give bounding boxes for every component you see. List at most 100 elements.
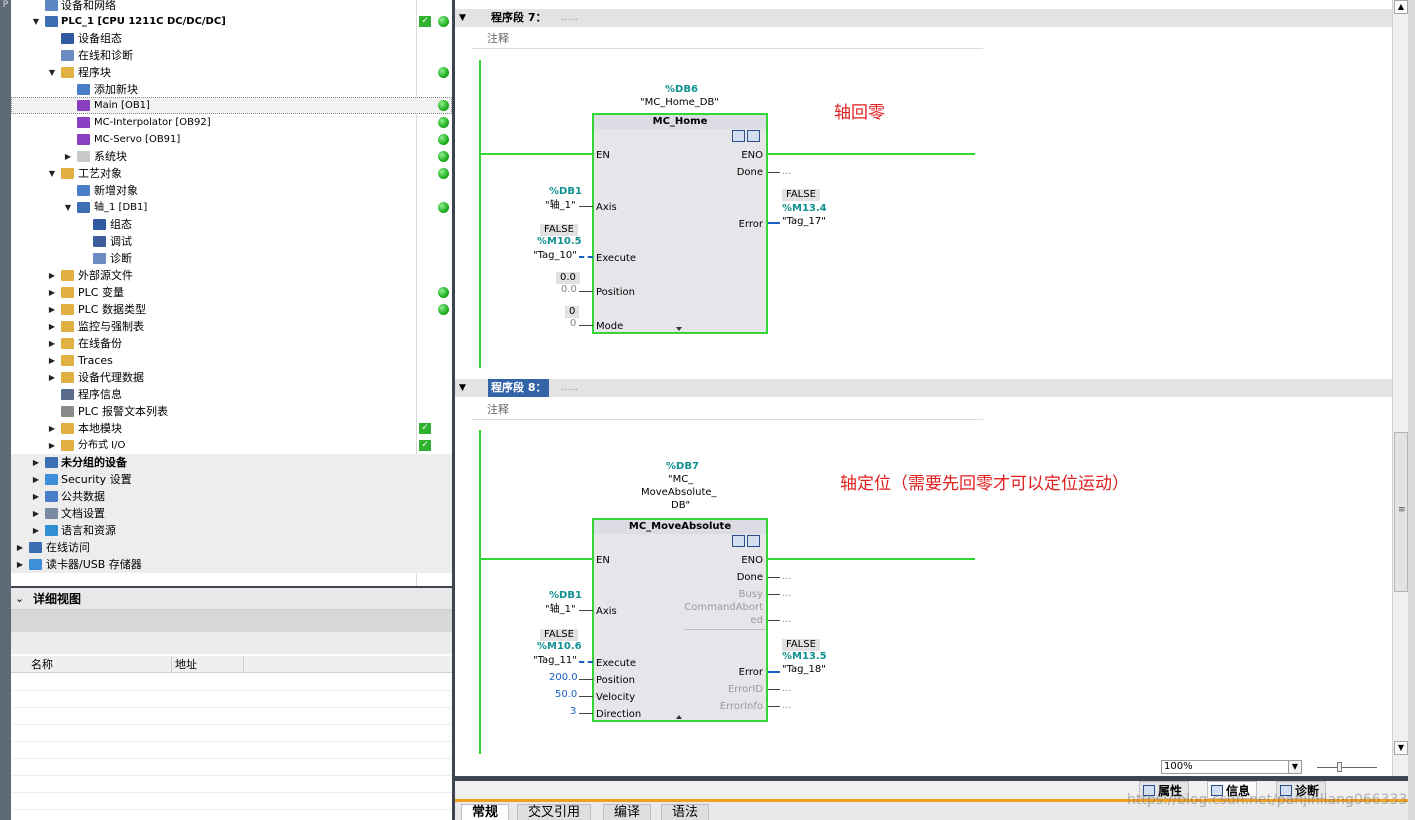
scroll-up-icon[interactable]: ▲ <box>1394 0 1408 14</box>
collapse-arrow-icon[interactable]: ▶ <box>31 488 41 505</box>
collapse-arrow-icon[interactable]: ▶ <box>31 522 41 539</box>
tree-item-mc-interpolator[interactable]: MC-Interpolator [OB92] <box>11 114 452 131</box>
fb-mc-moveabsolute[interactable]: MC_MoveAbsolute EN Axis Execute Position… <box>592 518 768 722</box>
tree-item-online-diag[interactable]: 在线和诊断 <box>11 47 452 64</box>
instance-db-name-2[interactable]: MoveAbsolute_ <box>641 487 717 499</box>
collapse-arrow-icon[interactable]: ▶ <box>15 539 25 556</box>
fb-config-icon[interactable] <box>732 535 745 547</box>
tree-item-watch-tables[interactable]: ▶ 监控与强制表 <box>11 318 452 335</box>
zoom-level-field[interactable]: 100% <box>1161 760 1289 774</box>
done-output[interactable]: ... <box>782 166 792 178</box>
tree-item-security[interactable]: ▶ Security 设置 <box>11 471 452 488</box>
fb-collapse-icon[interactable] <box>676 715 682 719</box>
zoom-slider-track[interactable] <box>1317 767 1377 768</box>
collapse-arrow-icon[interactable]: ▶ <box>47 335 57 352</box>
axis-operand[interactable]: "轴_1" <box>545 200 576 212</box>
subtab-syntax[interactable]: 语法 <box>661 804 710 820</box>
collapse-arrow-icon[interactable]: ▶ <box>63 148 73 165</box>
fb-diag-icon[interactable] <box>747 535 760 547</box>
expand-arrow-icon[interactable]: ▼ <box>31 13 41 30</box>
tree-item-plc-datatypes[interactable]: ▶ PLC 数据类型 <box>11 301 452 318</box>
network-7-title-placeholder[interactable]: ...... <box>561 9 578 27</box>
zoom-dropdown-icon[interactable]: ▼ <box>1288 760 1302 774</box>
tree-item-online-access[interactable]: ▶ 在线访问 <box>11 539 452 556</box>
instance-db-name-3[interactable]: DB" <box>671 500 690 512</box>
editor-scrollbar[interactable]: ▲ ≡ ▼ <box>1392 0 1408 776</box>
collapse-arrow-icon[interactable]: ▶ <box>47 420 57 437</box>
errorid-output[interactable]: ... <box>782 683 792 695</box>
collapse-triangle-icon[interactable]: ▼ <box>459 379 466 397</box>
tree-item-alarm-texts[interactable]: PLC 报警文本列表 <box>11 403 452 420</box>
collapse-arrow-icon[interactable]: ▶ <box>15 556 25 573</box>
network-8-title[interactable]: 程序段 8： <box>488 379 550 397</box>
tree-item-device-proxy[interactable]: ▶ 设备代理数据 <box>11 369 452 386</box>
commandaborted-output[interactable]: ... <box>782 614 792 626</box>
tree-item-system-blocks[interactable]: ▶ 系统块 <box>11 148 452 165</box>
scroll-down-icon[interactable]: ▼ <box>1394 741 1408 755</box>
scrollbar-thumb[interactable]: ≡ <box>1394 432 1408 592</box>
network-7-comment[interactable]: 注释 <box>472 29 983 49</box>
collapse-arrow-icon[interactable]: ▶ <box>31 471 41 488</box>
tree-item-axis-config[interactable]: 组态 <box>11 216 452 233</box>
expand-arrow-icon[interactable]: ▼ <box>47 165 57 182</box>
tree-item-mc-servo[interactable]: MC-Servo [OB91] <box>11 131 452 148</box>
axis-operand[interactable]: "轴_1" <box>545 604 576 616</box>
tree-item-program-info[interactable]: 程序信息 <box>11 386 452 403</box>
direction-operand[interactable]: 3 <box>570 706 576 718</box>
collapse-arrow-icon[interactable]: ▶ <box>31 454 41 471</box>
tree-item-ungrouped-devices[interactable]: ▶ 未分组的设备 <box>11 454 452 471</box>
tree-item-traces[interactable]: ▶ Traces <box>11 352 452 369</box>
execute-operand[interactable]: "Tag_10" <box>533 250 577 262</box>
tree-item-online-backups[interactable]: ▶ 在线备份 <box>11 335 452 352</box>
mode-operand[interactable]: 0 <box>570 318 576 330</box>
collapse-arrow-icon[interactable]: ▶ <box>47 301 57 318</box>
collapse-arrow-icon[interactable]: ▶ <box>47 437 57 454</box>
expand-arrow-icon[interactable]: ▼ <box>47 64 57 81</box>
expand-arrow-icon[interactable]: ▼ <box>63 199 73 216</box>
fb-diag-icon[interactable] <box>747 130 760 142</box>
subtab-cross-references[interactable]: 交叉引用 <box>517 804 592 820</box>
instance-db-name-1[interactable]: "MC_ <box>668 474 693 486</box>
collapse-arrow-icon[interactable]: ▶ <box>47 284 57 301</box>
collapse-triangle-icon[interactable]: ▼ <box>459 9 466 27</box>
subtab-general[interactable]: 常规 <box>461 804 510 820</box>
collapse-arrow-icon[interactable]: ▶ <box>47 352 57 369</box>
instance-db-name[interactable]: "MC_Home_DB" <box>640 97 719 109</box>
chevron-down-icon[interactable]: ⌄ <box>15 588 24 610</box>
tree-item-doc-settings[interactable]: ▶ 文档设置 <box>11 505 452 522</box>
network-7-title[interactable]: 程序段 7： <box>488 9 549 27</box>
zoom-slider-knob[interactable] <box>1337 762 1342 772</box>
error-operand[interactable]: "Tag_17" <box>782 216 826 228</box>
busy-output[interactable]: ... <box>782 588 792 600</box>
tree-item-axis-diag[interactable]: 诊断 <box>11 250 452 267</box>
errorinfo-output[interactable]: ... <box>782 700 792 712</box>
execute-operand[interactable]: "Tag_11" <box>533 655 577 667</box>
position-operand[interactable]: 200.0 <box>549 672 578 684</box>
fb-expand-icon[interactable] <box>676 327 682 331</box>
network-8-header[interactable]: ▼ 程序段 8： ...... <box>455 379 1392 397</box>
tree-item-devices-networks[interactable]: 设备和网络 <box>11 0 452 14</box>
tree-item-languages[interactable]: ▶ 语言和资源 <box>11 522 452 539</box>
tree-item-device-config[interactable]: 设备组态 <box>11 30 452 47</box>
tree-item-add-block[interactable]: 添加新块 <box>11 81 452 98</box>
tree-item-card-reader[interactable]: ▶ 读卡器/USB 存储器 <box>11 556 452 573</box>
fb-config-icon[interactable] <box>732 130 745 142</box>
tree-item-axis-commissioning[interactable]: 调试 <box>11 233 452 250</box>
tree-item-external-sources[interactable]: ▶ 外部源文件 <box>11 267 452 284</box>
network-8-comment[interactable]: 注释 <box>472 400 983 420</box>
fb-mc-home[interactable]: MC_Home EN Axis Execute Position Mode EN… <box>592 113 768 334</box>
column-header-name[interactable]: 名称 <box>31 656 53 673</box>
collapse-arrow-icon[interactable]: ▶ <box>47 267 57 284</box>
tree-item-new-object[interactable]: 新增对象 <box>11 182 452 199</box>
done-output[interactable]: ... <box>782 571 792 583</box>
tree-item-common-data[interactable]: ▶ 公共数据 <box>11 488 452 505</box>
tree-item-program-blocks[interactable]: ▼ 程序块 <box>11 64 452 81</box>
position-operand[interactable]: 0.0 <box>561 284 577 296</box>
detail-view-header[interactable]: ⌄ 详细视图 <box>11 588 452 610</box>
collapse-arrow-icon[interactable]: ▶ <box>31 505 41 522</box>
network-8-title-placeholder[interactable]: ...... <box>561 379 578 397</box>
tree-item-local-modules[interactable]: ▶ 本地模块 ✓ <box>11 420 452 437</box>
subtab-compile[interactable]: 编译 <box>603 804 652 820</box>
tree-item-distributed-io[interactable]: ▶ 分布式 I/O ✓ <box>11 437 452 454</box>
error-operand[interactable]: "Tag_18" <box>782 664 826 676</box>
